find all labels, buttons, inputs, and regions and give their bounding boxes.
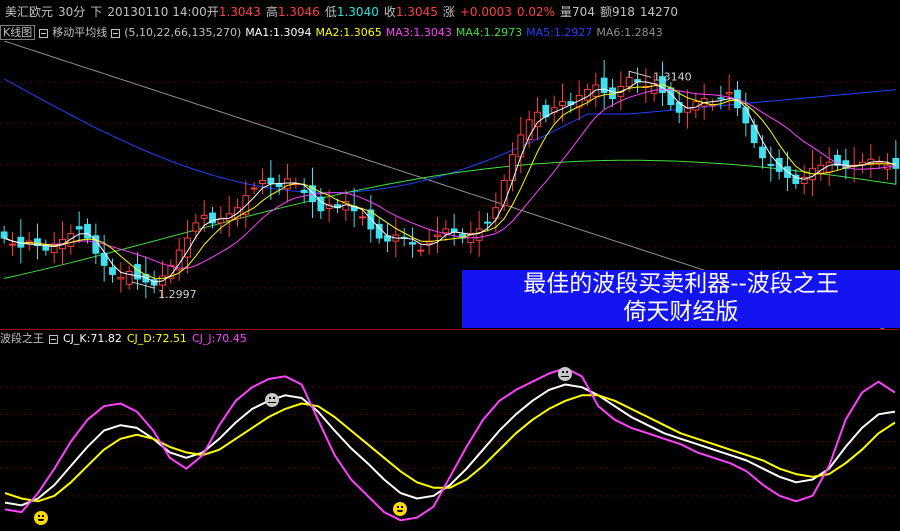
candle-body [559,101,566,106]
indicator-item-1: CJ_K:71.82 [63,332,122,345]
high-marker-label: 1.3140 [653,70,692,83]
indicator-item-3: CJ_J:70.45 [191,332,247,345]
open-value: 1.3043 [218,5,261,19]
buy-signal-icon [34,511,48,525]
candle-body [767,164,775,167]
high-value: 1.3046 [277,5,320,19]
ma-item-2: MA2:1.3065 [315,26,382,39]
ma-item-5: MA5:1.2927 [526,26,593,39]
close-label: 收 [383,5,396,19]
candle-body [300,189,308,194]
candle-body [592,84,600,97]
sell-signal-icon [265,393,279,407]
candle-body [409,242,416,245]
candle-body [475,228,483,241]
extra-value: 14270 [639,5,679,19]
banner-line-2: 倚天财经版 [623,299,739,325]
candle-body [517,134,525,158]
candle-body [375,223,383,239]
low-marker-label: 1.2997 [158,288,197,301]
ma-values: MA1:1.3094 MA2:1.3065 MA3:1.3043 MA4:1.2973… [245,26,666,39]
candle-body [0,231,8,239]
candle-body [625,76,633,87]
ma2-line [4,84,896,280]
chart-name[interactable]: K线图 [0,25,36,40]
candle-body [509,154,516,181]
collapse-icon[interactable] [39,28,49,38]
low-value: 1.3040 [336,5,379,19]
candle-body [117,276,125,280]
ma-item-4: MA4:1.2973 [455,26,523,39]
volume-value: 量704 [560,5,595,19]
candle-body [359,216,366,219]
period-label[interactable]: 30分 [58,5,85,19]
direction-label: 下 [90,5,103,19]
candle-body [742,107,750,124]
symbol-name[interactable]: 美汇欧元 [5,5,53,19]
ma-item-1: MA1:1.3094 [245,26,312,39]
candle-body [417,249,425,252]
candle-body [284,178,291,190]
series-cj-j [4,367,896,522]
banner-line-1: 最佳的波段买卖利器--波段之王 [523,271,839,297]
indicator-name[interactable]: 移动平均线 [52,26,107,39]
amount-value: 额918 [599,5,635,19]
candle-body [259,179,266,184]
indicator-title[interactable]: 波段之王 [0,332,44,345]
low-label: 低 [324,5,337,19]
indicator-params: (5,10,22,66,135,270) [124,26,242,39]
high-marker-line [628,70,652,78]
indicator-info-bar: 波段之王 CJ_K:71.82 CJ_D:72.51 CJ_J:70.45 [0,331,257,347]
promo-banner: 最佳的波段买卖利器--波段之王 倚天财经版 [462,270,900,328]
change-pct: 0.02% [516,5,556,19]
candle-body [784,166,791,178]
change-label: 涨 [442,5,455,19]
candle-body [442,228,450,234]
candle-body [109,267,116,275]
datetime: 20130110 14:00 [107,5,207,19]
candle-body [717,97,725,100]
candle-body [267,177,275,184]
sell-signal-icon-2 [558,367,572,381]
high-label: 高 [265,5,278,19]
ma-item-6: MA6:1.2843 [596,26,663,39]
indicator-values: CJ_K:71.82 CJ_D:72.51 CJ_J:70.45 [63,332,252,345]
candle-body [125,270,133,285]
candle-body [250,187,258,190]
close-value: 1.3045 [395,5,438,19]
ma-info-bar: K线图 移动平均线 (5,10,22,66,135,270) MA1:1.3094 MA… [0,24,900,41]
change-value: +0.0003 [459,5,512,19]
open-label: 开 [206,5,219,19]
candle-body [200,214,208,219]
ma-item-3: MA3:1.3043 [385,26,452,39]
candle-body [484,221,491,224]
candle-body [434,234,441,238]
candle-body [192,222,200,232]
candle-body [75,226,83,230]
candle-body [9,243,16,246]
candle-body [825,161,833,173]
quote-bar: 美汇欧元 30分下 20130110 14:00开1.3043 高1.3046 低1.3… [0,0,900,24]
candle-body [725,92,733,95]
candle-body [759,146,766,159]
ma3-line [4,89,896,269]
collapse-icon-2[interactable] [111,28,121,38]
buy-signal-icon-2 [393,502,407,516]
indicator-chart[interactable] [0,330,900,531]
candle-body [534,111,541,128]
candle-body [500,179,508,206]
candle-body [600,77,608,94]
indicator-item-2: CJ_D:72.51 [126,332,187,345]
collapse-icon-3[interactable] [49,334,58,344]
candle-body [84,223,91,239]
